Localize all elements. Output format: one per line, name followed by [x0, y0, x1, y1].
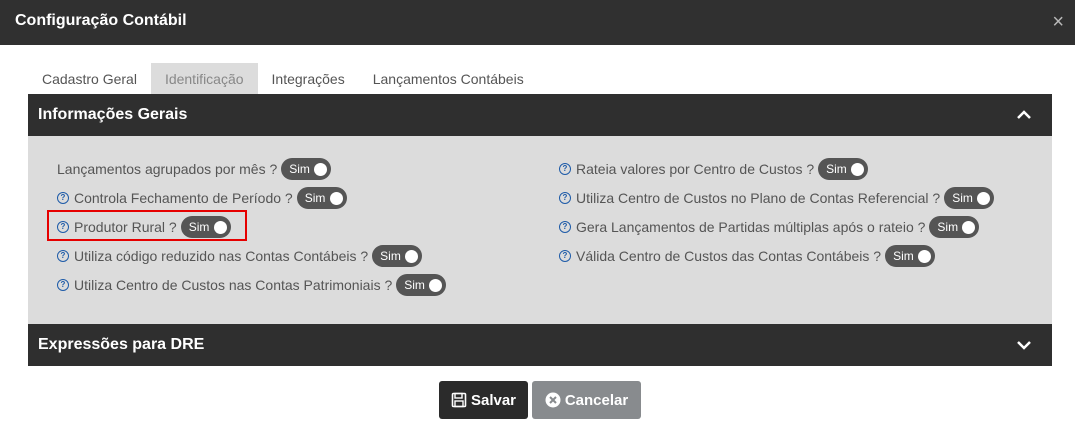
toggle-label: Sim — [893, 249, 914, 263]
toggle-label: Sim — [937, 220, 959, 234]
toggle-knob — [405, 249, 419, 263]
tab-identificacao[interactable]: Identificação — [150, 63, 258, 94]
toggle-switch[interactable]: Sim — [885, 245, 936, 267]
toggle-label: Sim — [289, 162, 310, 176]
cancel-button[interactable]: Cancelar — [532, 381, 641, 419]
toggle-switch[interactable]: Sim — [944, 187, 995, 209]
help-icon[interactable]: ? — [559, 163, 571, 175]
option-label: Gera Lançamentos de Partidas múltiplas a… — [576, 219, 926, 235]
option-centro-custos-patrimoniais: ? Utiliza Centro de Custos nas Contas Pa… — [57, 273, 447, 297]
toggle-switch[interactable]: Sim — [372, 245, 423, 267]
toggle-switch[interactable]: Sim — [396, 274, 447, 296]
option-label: Válida Centro de Custos das Contas Contá… — [576, 248, 882, 264]
option-controla-fechamento: ? Controla Fechamento de Período ? Sim — [57, 186, 347, 210]
section-title: Expressões para DRE — [38, 336, 205, 353]
chevron-down-icon[interactable] — [1016, 337, 1032, 353]
option-partidas-multiplas: ? Gera Lançamentos de Partidas múltiplas… — [559, 215, 980, 239]
tab-integracoes[interactable]: Integrações — [258, 63, 359, 94]
help-icon[interactable]: ? — [57, 279, 69, 291]
tab-bar: Cadastro Geral Identificação Integrações… — [28, 63, 538, 94]
section-header-informacoes-gerais[interactable]: Informações Gerais — [28, 94, 1052, 136]
toggle-knob — [314, 162, 328, 176]
help-icon[interactable]: ? — [559, 250, 571, 262]
toggle-switch[interactable]: Sim — [818, 158, 869, 180]
toggle-knob — [851, 162, 865, 176]
option-valida-centro-custos: ? Válida Centro de Custos das Contas Con… — [559, 244, 936, 268]
option-lancamentos-agrupados: Lançamentos agrupados por mês ? Sim — [57, 157, 332, 181]
toggle-knob — [962, 220, 976, 234]
option-rateia-valores: ? Rateia valores por Centro de Custos ? … — [559, 157, 869, 181]
chevron-up-icon[interactable] — [1016, 107, 1032, 123]
tab-lancamentos-contabeis[interactable]: Lançamentos Contábeis — [359, 63, 538, 94]
toggle-label: Sim — [304, 191, 326, 205]
toggle-label: Sim — [952, 191, 973, 205]
toggle-label: Sim — [404, 278, 425, 292]
toggle-label: Sim — [380, 249, 401, 263]
toggle-knob — [918, 249, 932, 263]
help-icon[interactable]: ? — [57, 192, 69, 204]
toggle-knob — [977, 191, 991, 205]
toggle-label: Sim — [826, 162, 847, 176]
close-icon[interactable]: × — [1052, 12, 1064, 32]
option-codigo-reduzido: ? Utiliza código reduzido nas Contas Con… — [57, 244, 423, 268]
tab-cadastro-geral[interactable]: Cadastro Geral — [28, 63, 151, 94]
save-button-label: Salvar — [470, 391, 517, 409]
help-icon[interactable]: ? — [57, 250, 69, 262]
help-icon[interactable]: ? — [559, 192, 571, 204]
option-label: Controla Fechamento de Período ? — [74, 190, 293, 206]
toggle-switch[interactable]: Sim — [929, 216, 980, 238]
cancel-circle-icon — [545, 392, 561, 408]
option-label: Utiliza código reduzido nas Contas Contá… — [74, 248, 369, 264]
toggle-knob — [329, 191, 343, 205]
toggle-switch[interactable]: Sim — [296, 187, 347, 209]
save-button[interactable]: Salvar — [439, 381, 528, 419]
dialog-title: Configuração Contábil — [15, 12, 187, 29]
option-label: Lançamentos agrupados por mês ? — [57, 161, 278, 177]
floppy-disk-icon — [451, 392, 467, 408]
help-icon[interactable]: ? — [559, 221, 571, 233]
toggle-switch[interactable]: Sim — [281, 158, 332, 180]
cancel-button-label: Cancelar — [564, 391, 629, 409]
option-centro-custos-referencial: ? Utiliza Centro de Custos no Plano de C… — [559, 186, 995, 210]
highlight-box — [47, 210, 247, 241]
toggle-knob — [429, 278, 443, 292]
section-title: Informações Gerais — [38, 106, 188, 123]
option-label: Rateia valores por Centro de Custos ? — [576, 161, 815, 177]
option-label: Utiliza Centro de Custos no Plano de Con… — [576, 190, 941, 206]
option-label: Utiliza Centro de Custos nas Contas Patr… — [74, 277, 393, 293]
section-header-expressoes-dre[interactable]: Expressões para DRE — [28, 324, 1052, 366]
dialog-titlebar: Configuração Contábil × — [0, 0, 1075, 45]
